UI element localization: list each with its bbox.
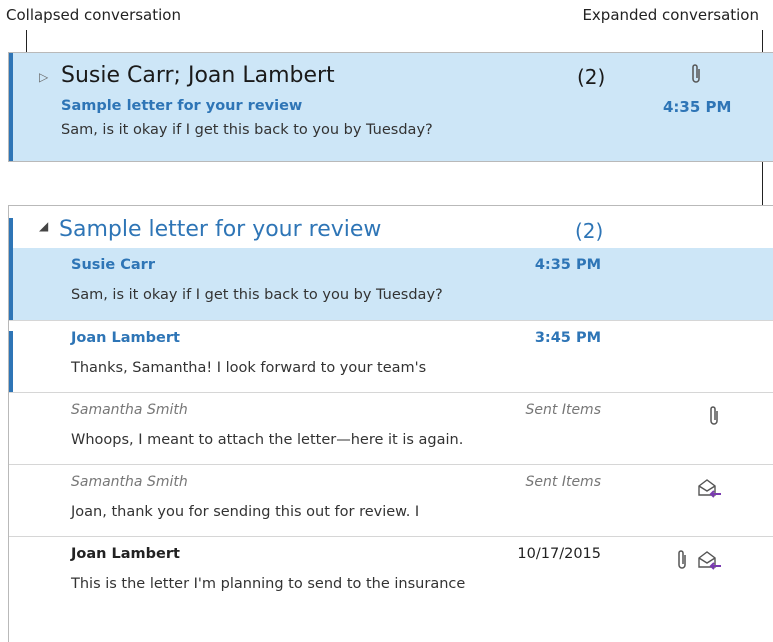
message-preview: Thanks, Samantha! I look forward to your…	[71, 360, 427, 376]
message-row[interactable]: Susie Carr 4:35 PM Sam, is it okay if I …	[9, 248, 773, 320]
expanded-conversation[interactable]: ◢ Sample letter for your review (2) Susi…	[8, 205, 773, 642]
message-preview: Joan, thank you for sending this out for…	[71, 504, 420, 520]
triangle-right-icon[interactable]: ▷	[39, 70, 48, 84]
message-preview: This is the letter I'm planning to send …	[71, 576, 466, 592]
conversation-subject: Sample letter for your review	[61, 98, 303, 114]
envelope-replied-icon	[697, 549, 723, 571]
message-sender: Samantha Smith	[71, 402, 188, 418]
message-time: 3:45 PM	[534, 330, 601, 346]
triangle-down-icon[interactable]: ◢	[39, 219, 48, 233]
unread-indicator	[9, 218, 13, 248]
conversation-subject: Sample letter for your review	[59, 217, 382, 242]
message-preview: Sam, is it okay if I get this back to yo…	[61, 122, 433, 138]
collapsed-conversation[interactable]: ▷ Susie Carr; Joan Lambert (2) Sample le…	[8, 52, 773, 162]
message-date: 10/17/2015	[517, 546, 601, 562]
message-row[interactable]: Samantha Smith Sent Items Joan, thank yo…	[9, 464, 773, 536]
message-sender: Joan Lambert	[71, 330, 180, 346]
message-row[interactable]: Samantha Smith Sent Items Whoops, I mean…	[9, 392, 773, 464]
unread-indicator	[9, 331, 13, 393]
unread-indicator	[9, 53, 13, 161]
collapsed-conversation-callout: Collapsed conversation	[6, 6, 181, 24]
message-preview: Sam, is it okay if I get this back to yo…	[71, 287, 443, 303]
paperclip-icon	[707, 405, 721, 432]
message-sender: Joan Lambert	[71, 546, 180, 562]
received-time: 4:35 PM	[663, 98, 732, 116]
message-count: (2)	[575, 219, 604, 243]
message-row[interactable]: Joan Lambert 3:45 PM Thanks, Samantha! I…	[9, 320, 773, 393]
message-folder: Sent Items	[525, 402, 601, 418]
expanded-conversation-callout: Expanded conversation	[582, 6, 759, 24]
message-sender: Samantha Smith	[71, 474, 188, 490]
message-preview: Whoops, I meant to attach the letter—her…	[71, 432, 464, 448]
unread-indicator	[9, 248, 13, 320]
envelope-replied-icon	[697, 477, 723, 499]
conversation-header[interactable]: ◢ Sample letter for your review (2)	[9, 206, 773, 248]
paperclip-icon	[689, 63, 703, 90]
paperclip-icon	[675, 549, 689, 576]
message-count: (2)	[577, 65, 606, 89]
message-time: 4:35 PM	[534, 257, 601, 273]
message-row[interactable]: Joan Lambert 10/17/2015 This is the lett…	[9, 536, 773, 608]
message-folder: Sent Items	[525, 474, 601, 490]
message-sender: Susie Carr	[71, 257, 155, 273]
conversation-senders: Susie Carr; Joan Lambert	[61, 63, 335, 88]
